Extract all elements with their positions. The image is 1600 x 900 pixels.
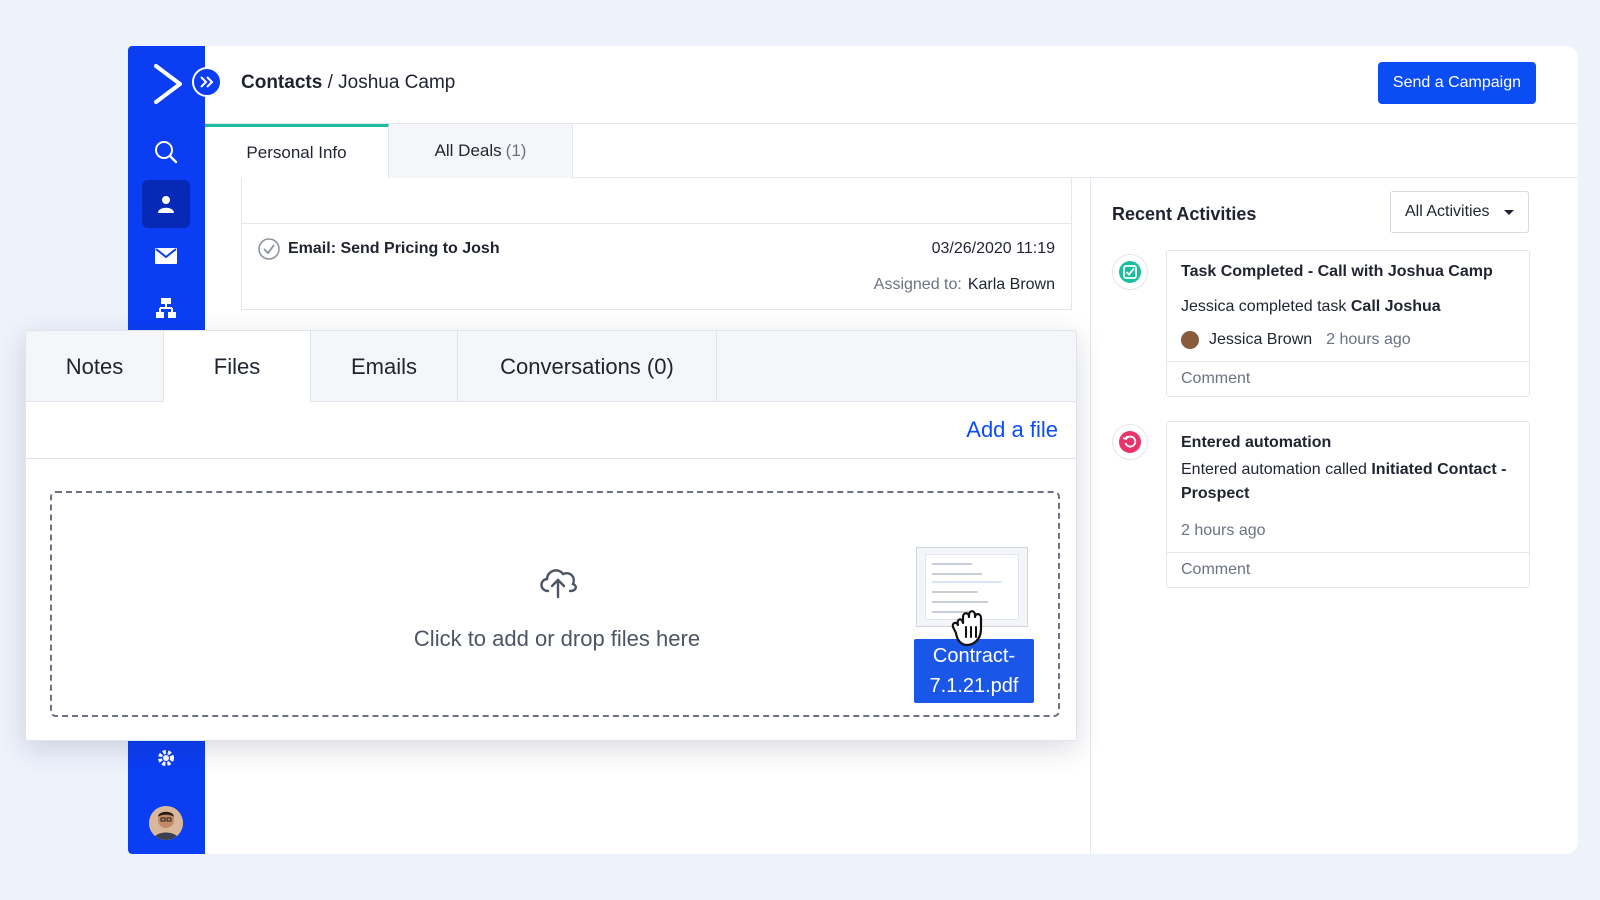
activity-title: Entered automation (1181, 434, 1332, 451)
comment-button[interactable]: Comment (1167, 552, 1529, 587)
comment-button[interactable]: Comment (1167, 361, 1529, 396)
breadcrumb-current: Joshua Camp (338, 72, 456, 93)
task-row[interactable]: Email: Send Pricing to Josh 03/26/2020 1… (242, 223, 1071, 310)
activity-title: Task Completed - Call with Joshua Camp (1181, 263, 1493, 280)
check-circle-icon[interactable] (258, 238, 280, 260)
tab-label: Notes (65, 353, 124, 379)
user-avatar (1181, 331, 1199, 349)
cloud-upload-icon (540, 569, 578, 599)
tab-notes[interactable]: Notes (26, 331, 164, 402)
tab-personal-info[interactable]: Personal Info (205, 124, 389, 178)
avatar[interactable] (149, 806, 183, 840)
activities-filter-select[interactable]: All Activities (1390, 191, 1529, 233)
tab-emails[interactable]: Emails (311, 331, 458, 402)
dropzone-text: Click to add or drop files here (413, 626, 701, 651)
file-dropzone[interactable]: Click to add or drop files here Contract… (50, 491, 1060, 717)
activity-card: Task Completed - Call with Joshua Camp J… (1166, 250, 1530, 397)
caret-down-icon (1504, 210, 1514, 215)
activity-task-link[interactable]: Call Joshua (1351, 298, 1441, 315)
activity-time: 2 hours ago (1181, 522, 1266, 539)
activity-user[interactable]: Jessica Brown (1209, 331, 1312, 349)
tab-label: All Deals (434, 141, 502, 160)
tab-label: Emails (350, 353, 417, 379)
breadcrumb-separator: / (327, 72, 333, 93)
tab-all-deals[interactable]: All Deals (1) (389, 124, 573, 178)
logo-icon[interactable] (150, 62, 186, 106)
activity-text: Jessica completed task Call Joshua (1181, 298, 1441, 315)
header: Contacts / Joshua Camp Send a Campaign (205, 46, 1578, 124)
panel-divider (1090, 178, 1091, 854)
contact-tabs: Personal Info All Deals (1) (205, 124, 1578, 178)
filter-value: All Activities (1405, 203, 1490, 220)
automation-entered-icon (1112, 424, 1148, 460)
add-file-link[interactable]: Add a file (966, 417, 1058, 443)
breadcrumb-root[interactable]: Contacts (241, 72, 322, 93)
task-assignee: Assigned to: Karla Brown (874, 276, 1055, 294)
task-complete-icon (1112, 254, 1148, 290)
tab-count: (1) (505, 141, 527, 160)
task-title: Email: Send Pricing to Josh (288, 240, 500, 257)
tab-label: Personal Info (246, 142, 347, 162)
email-icon[interactable] (142, 232, 190, 280)
tab-label: Conversations (0) (500, 353, 674, 379)
activity-text: Entered automation called Initiated Cont… (1181, 461, 1507, 502)
automation-icon[interactable] (142, 284, 190, 332)
grab-hand-icon (951, 610, 983, 647)
settings-icon[interactable] (142, 734, 190, 782)
activity-time: 2 hours ago (1326, 331, 1411, 348)
recent-activities-title: Recent Activities (1112, 204, 1257, 224)
activity-card: Entered automation Entered automation ca… (1166, 421, 1530, 588)
files-tabs: Notes Files Emails Conversations (0) (26, 331, 1076, 403)
files-separator (26, 458, 1076, 459)
task-card: Email: Send Pricing to Josh 03/26/2020 1… (241, 178, 1072, 310)
contacts-icon[interactable] (142, 180, 190, 228)
activity-meta: 2 hours ago (1181, 522, 1515, 540)
send-campaign-button[interactable]: Send a Campaign (1377, 62, 1536, 104)
activity-meta: Jessica Brown 2 hours ago (1181, 331, 1515, 349)
assigned-name: Karla Brown (967, 276, 1055, 293)
files-panel: Notes Files Emails Conversations (0) Add… (25, 330, 1077, 741)
tab-conversations[interactable]: Conversations (0) (458, 331, 717, 402)
expand-sidebar-button[interactable] (192, 67, 222, 97)
breadcrumb: Contacts / Joshua Camp (241, 72, 455, 94)
tab-label: Files (213, 354, 261, 379)
task-date: 03/26/2020 11:19 (931, 240, 1055, 257)
assigned-label: Assigned to: (873, 276, 962, 293)
search-icon[interactable] (142, 128, 190, 176)
double-chevron-icon (200, 76, 214, 88)
tab-files[interactable]: Files (164, 331, 311, 403)
